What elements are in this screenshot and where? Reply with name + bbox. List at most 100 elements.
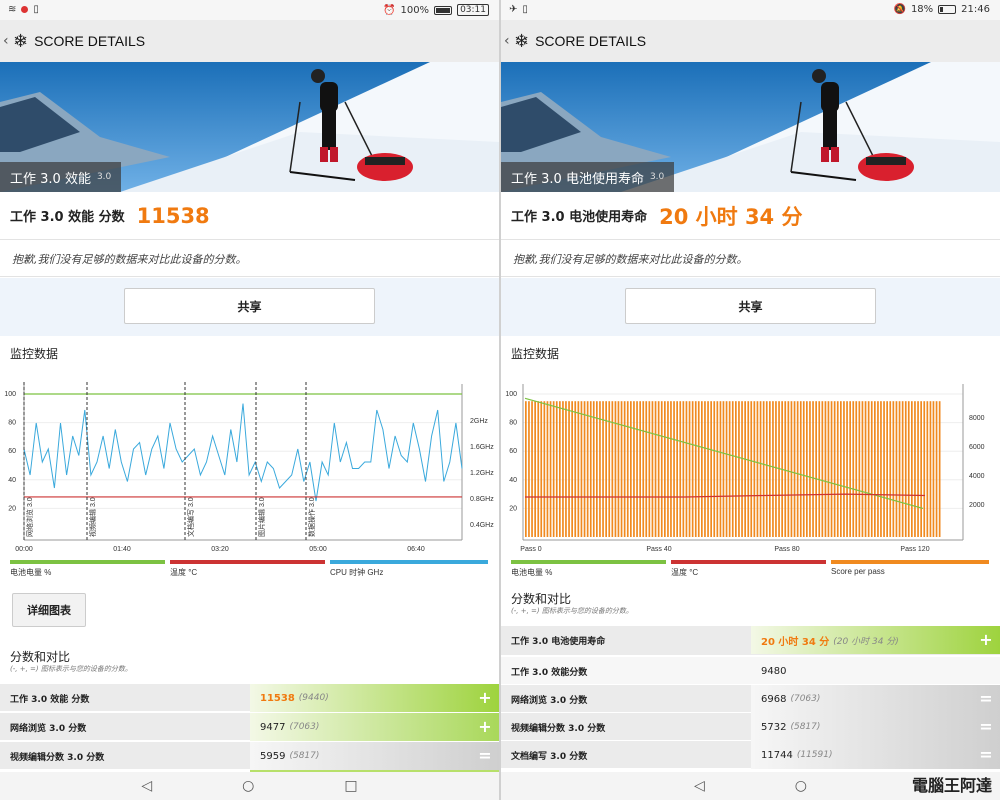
pass-bar: [796, 401, 799, 537]
pass-bar: [642, 401, 645, 537]
row-ref: (9440): [298, 693, 329, 703]
pass-bar: [605, 401, 607, 537]
no-data-message: 抱歉,我们没有足够的数据来对比此设备的分数。: [0, 241, 499, 277]
pass-bar: [676, 401, 678, 537]
home-circle-icon[interactable]: ○: [795, 778, 807, 794]
pass-bar: [685, 401, 688, 537]
test-marker-label: 网络浏览 3.0: [25, 497, 34, 537]
pass-bar: [827, 401, 830, 537]
pass-bar: [923, 401, 926, 537]
score-row: 工作 3.0 效能 分数 11538: [0, 192, 499, 240]
y-tick-label: 60: [8, 448, 16, 455]
pass-bar: [852, 401, 855, 537]
pass-bar: [707, 401, 709, 537]
x-tick-label: 00:00: [15, 546, 33, 553]
back-chevron-icon[interactable]: ‹: [3, 33, 11, 49]
pass-bar: [769, 401, 771, 537]
table-row[interactable]: 视频编辑分数 3.0 分数 5959 (5817) =: [0, 742, 499, 770]
score-label: 工作 3.0 电池使用寿命: [511, 210, 648, 225]
status-bar: ≋ ▯ ⏰ 100% 03:11: [0, 0, 499, 20]
legend-temp-label: 温度 °C: [671, 568, 699, 577]
row-ref: (7063): [790, 694, 821, 704]
pass-bar: [589, 401, 592, 537]
score-label: 工作 3.0 效能 分数: [10, 210, 125, 225]
compare-title: 分数和对比: [511, 592, 572, 606]
share-button[interactable]: 共享: [625, 288, 876, 324]
row-value: 11538: [260, 692, 295, 704]
pass-bar: [883, 401, 885, 537]
legend-cpu: CPU 时钟 GHz: [330, 560, 488, 580]
table-row[interactable]: 工作 3.0 效能 分数 11538 (9440) +: [0, 684, 499, 712]
table-row[interactable]: 视频编辑分数 3.0 分数 5732 (5817) =: [501, 713, 1000, 741]
y-right-tick-label: 4000: [969, 473, 985, 480]
pass-bar: [836, 401, 839, 537]
y-right-tick-label: 1.6GHz: [470, 444, 494, 451]
y-right-tick-label: 2GHz: [470, 418, 488, 425]
legend-battery: 电池电量 %: [10, 560, 165, 580]
pass-bar: [917, 401, 919, 537]
pass-bar: [818, 401, 821, 537]
pass-bar: [756, 401, 759, 537]
right-panel: ✈ ▯ 🔕 18% 21:46 ‹ ❄ SCORE DETAILS 工作 3.0…: [501, 0, 1000, 800]
pass-bar: [559, 401, 561, 537]
row-name: 工作 3.0 效能分数: [511, 667, 588, 678]
pass-bar: [586, 401, 589, 537]
detail-chart-button[interactable]: 详细图表: [12, 593, 86, 627]
legend-pass-label: Score per pass: [831, 567, 885, 576]
back-triangle-icon[interactable]: ◁: [694, 778, 705, 794]
recents-square-icon[interactable]: □: [344, 778, 357, 794]
row-value: 5959: [260, 750, 286, 762]
hero-caption-text: 工作 3.0 电池使用寿命: [511, 171, 644, 187]
legend-temp: 温度 °C: [170, 560, 325, 580]
share-button[interactable]: 共享: [124, 288, 375, 324]
wifi-icon: ≋: [8, 4, 17, 15]
table-row[interactable]: 工作 3.0 电池使用寿命 20 小时 34 分 (20 小时 34 分) +: [501, 626, 1000, 656]
back-chevron-icon[interactable]: ‹: [504, 33, 512, 49]
pass-bar: [549, 401, 552, 537]
pass-bar: [870, 401, 873, 537]
notification-icon: ▯: [33, 4, 39, 15]
pass-bar: [833, 401, 836, 537]
table-row[interactable]: 网络浏览 3.0 分数 6968 (7063) =: [501, 685, 1000, 713]
pass-bar: [858, 401, 861, 537]
pass-bar: [846, 401, 848, 537]
pass-bar: [812, 401, 814, 537]
pass-bar: [911, 401, 913, 537]
row-value-cell: 9477 (7063): [250, 713, 499, 741]
pass-bar: [725, 401, 728, 537]
page-title: SCORE DETAILS: [34, 33, 146, 49]
table-row[interactable]: 文档编写 3.0 分数 11744 (11591) =: [501, 741, 1000, 769]
table-row[interactable]: 网络浏览 3.0 分数 9477 (7063) +: [0, 713, 499, 741]
pass-bar: [630, 401, 632, 537]
pass-bar: [830, 401, 833, 537]
pass-bar: [602, 401, 604, 537]
table-row[interactable]: 工作 3.0 效能分数 9480: [501, 657, 1000, 685]
battery-percent: 18%: [910, 4, 934, 15]
y-tick-label: 40: [509, 477, 517, 484]
pass-bar: [599, 401, 601, 537]
equal-icon: =: [979, 689, 993, 708]
pass-bar: [907, 401, 910, 537]
pass-bar: [626, 401, 629, 537]
y-right-tick-label: 2000: [969, 502, 985, 509]
back-triangle-icon[interactable]: ◁: [141, 778, 152, 794]
pass-bar: [738, 401, 740, 537]
pass-bar: [759, 401, 762, 537]
chart-legend: 电池电量 % 温度 °C CPU 时钟 GHz: [10, 560, 490, 580]
row-ref: (7063): [289, 722, 320, 732]
nav-bar: ◁ ○ 電腦王阿達: [501, 772, 1000, 800]
row-value-cell: 11538 (9440): [250, 684, 499, 712]
hero-caption-text: 工作 3.0 效能: [10, 171, 91, 187]
row-value-cell: 9480: [751, 657, 1000, 685]
pass-bar: [614, 401, 617, 537]
pass-bar: [592, 401, 595, 537]
nav-bar: ◁ ○ □: [0, 772, 499, 800]
pass-bar: [660, 401, 663, 537]
pass-bar: [719, 401, 722, 537]
pass-bar: [528, 401, 530, 537]
pass-bar: [889, 401, 892, 537]
home-circle-icon[interactable]: ○: [242, 778, 254, 794]
pass-bar: [546, 401, 549, 537]
y-right-tick-label: 8000: [969, 415, 985, 422]
share-area: 共享: [501, 278, 1000, 336]
